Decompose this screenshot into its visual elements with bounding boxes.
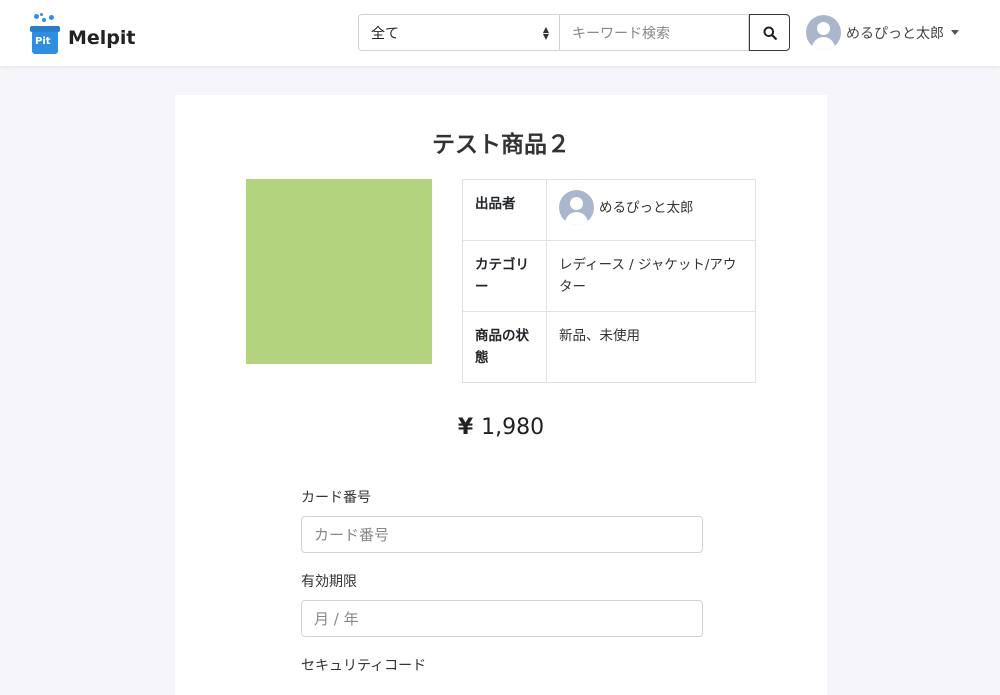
category-value: レディース / ジャケット/アウター [546, 240, 756, 312]
price-currency-symbol: ¥ [457, 415, 474, 440]
seller-cell: めるぴっと太郎 [546, 179, 756, 241]
category-select[interactable]: 全て ▲ ▼ [358, 14, 560, 51]
search-button[interactable] [749, 14, 790, 51]
brand-logo-link[interactable]: Pit Melpit [30, 13, 136, 54]
table-row: 出品者 めるぴっと太郎 [462, 179, 756, 241]
card-number-placeholder: カード番号 [314, 526, 390, 544]
search-input[interactable]: キーワード検索 [560, 14, 749, 51]
expiry-label: 有効期限 [301, 574, 357, 590]
seller-label: 出品者 [462, 179, 547, 241]
caret-down-icon [951, 30, 959, 35]
logo-text: Pit [35, 36, 51, 47]
product-card: テスト商品２ 出品者 めるぴっと太郎 カテゴリー レディース / ジャケット/ア… [175, 95, 827, 695]
price-value: 1,980 [481, 415, 545, 440]
seller-avatar-icon[interactable] [559, 190, 594, 225]
expiry-placeholder: 月 / 年 [314, 610, 359, 628]
melpit-logo-icon: Pit [30, 13, 60, 54]
category-label: カテゴリー [462, 240, 547, 312]
condition-label: 商品の状態 [462, 311, 547, 383]
expiry-input[interactable]: 月 / 年 [301, 600, 703, 637]
search-icon [763, 26, 777, 40]
search-placeholder: キーワード検索 [572, 25, 670, 42]
table-row: カテゴリー レディース / ジャケット/アウター [462, 240, 756, 312]
brand-name: Melpit [68, 27, 136, 49]
product-price: ¥1,980 [175, 415, 827, 440]
condition-value: 新品、未使用 [546, 311, 756, 383]
cvc-label: セキュリティコード [301, 658, 427, 674]
user-menu-dropdown[interactable]: めるぴっと太郎 [806, 14, 959, 51]
table-row: 商品の状態 新品、未使用 [462, 311, 756, 383]
category-select-value: 全て [371, 25, 399, 42]
search-bar: 全て ▲ ▼ キーワード検索 [358, 14, 790, 51]
user-avatar-icon [806, 15, 841, 50]
seller-name[interactable]: めるぴっと太郎 [599, 197, 694, 219]
card-number-label: カード番号 [301, 490, 371, 506]
product-image [246, 179, 432, 364]
user-name: めるぴっと太郎 [846, 25, 944, 42]
navbar: Pit Melpit 全て ▲ ▼ キーワード検索 めるぴっと太郎 [0, 0, 1000, 66]
card-number-input[interactable]: カード番号 [301, 516, 703, 553]
product-info-table: 出品者 めるぴっと太郎 カテゴリー レディース / ジャケット/アウター 商品の… [462, 179, 756, 383]
product-title: テスト商品２ [432, 132, 570, 158]
select-arrows-icon: ▲ ▼ [542, 24, 549, 41]
